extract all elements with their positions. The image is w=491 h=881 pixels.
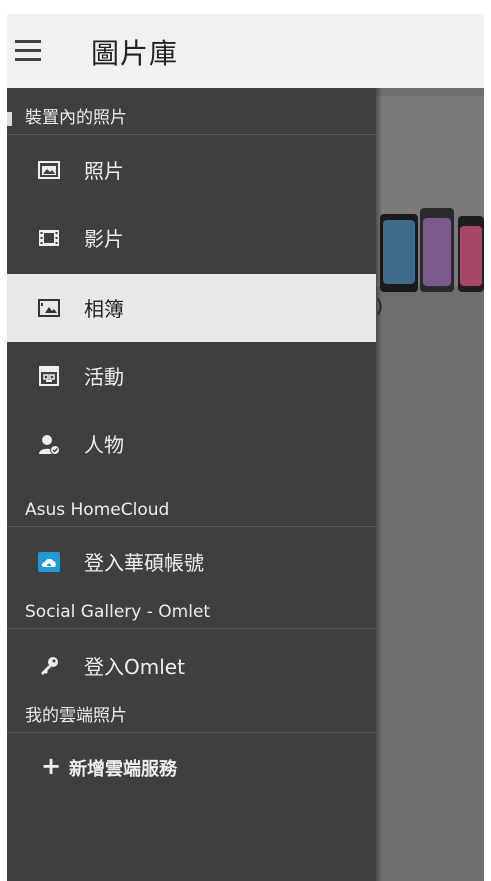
- drawer-item-videos[interactable]: 影片: [7, 204, 376, 272]
- drawer-item-people[interactable]: 人物: [7, 410, 376, 478]
- album-icon: [38, 299, 60, 317]
- drawer-item-albums[interactable]: 相簿: [7, 274, 376, 342]
- person-icon: [39, 435, 60, 455]
- drawer-item-label: 人物: [84, 433, 124, 457]
- section-label: 我的雲端照片: [25, 706, 127, 726]
- app-title: 圖片庫: [91, 37, 179, 70]
- drawer-item-label: 登入Omlet: [84, 655, 185, 679]
- section-label: 裝置內的照片: [25, 108, 127, 128]
- calendar-event-icon: [39, 366, 59, 386]
- app-frame: 圖片庫 ) 裝置內的照片 照片: [7, 14, 484, 881]
- cloud-home-icon: [38, 552, 60, 572]
- drawer-item-label: 照片: [84, 159, 124, 183]
- hamburger-menu-icon[interactable]: [15, 36, 41, 66]
- section-device-photos: 裝置內的照片: [7, 88, 376, 135]
- album-cover-image: [380, 204, 484, 292]
- add-cloud-service-button[interactable]: + 新增雲端服務: [7, 738, 376, 798]
- add-cloud-service-label: 新增雲端服務: [69, 759, 177, 780]
- gallery-background: ): [376, 88, 484, 881]
- photo-icon: [38, 161, 60, 179]
- drawer-item-label: 影片: [84, 227, 124, 251]
- section-label: Social Gallery - Omlet: [25, 602, 211, 622]
- section-omlet: Social Gallery - Omlet: [7, 582, 376, 629]
- drawer-item-label: 相簿: [84, 297, 124, 321]
- section-label: Asus HomeCloud: [25, 500, 170, 520]
- drawer-item-label: 活動: [84, 365, 124, 389]
- drawer-item-label: 登入華碩帳號: [84, 551, 204, 575]
- section-marker: [7, 112, 12, 126]
- section-cloud-photos: 我的雲端照片: [7, 686, 376, 733]
- drawer-shadow: [376, 88, 382, 881]
- album-thumbnail: [376, 96, 484, 292]
- section-homecloud: Asus HomeCloud: [7, 480, 376, 527]
- key-icon: [41, 657, 58, 675]
- drawer-item-photos[interactable]: 照片: [7, 136, 376, 204]
- app-bar: 圖片庫: [7, 14, 484, 88]
- plus-icon: +: [41, 752, 62, 780]
- drawer-item-events[interactable]: 活動: [7, 342, 376, 410]
- navigation-drawer: 裝置內的照片 照片 影片 相簿 活動 人物 Asus HomeCloud 登入華…: [7, 88, 376, 881]
- film-icon: [39, 230, 59, 246]
